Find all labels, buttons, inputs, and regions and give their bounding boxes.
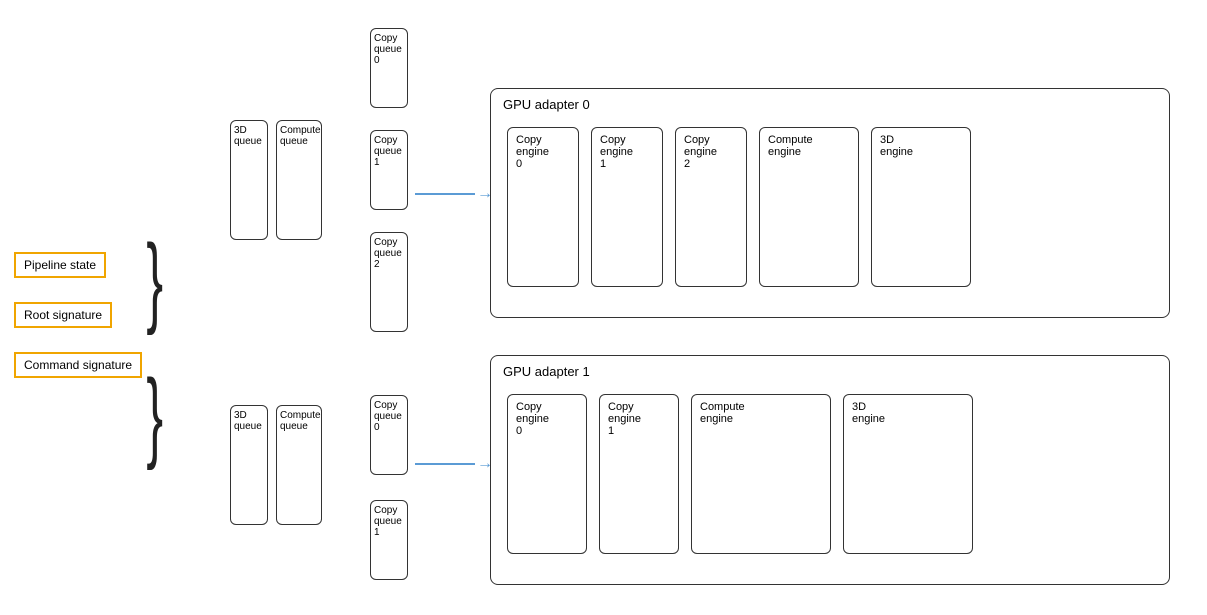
copy-engine-2-adapter0: Copy engine 2 <box>675 127 747 287</box>
gpu-adapter-0: GPU adapter 0 Copy engine 0 Copy engine … <box>490 88 1170 318</box>
brace-top: } <box>146 230 163 330</box>
adapter0-copy-queue-0: Copy queue 0 <box>370 28 408 108</box>
brace-bottom: } <box>146 365 163 465</box>
diagram: Pipeline state Root signature Command si… <box>0 0 1207 615</box>
adapter1-3d-queue: 3D queue <box>230 405 268 525</box>
3d-engine-adapter1: 3D engine <box>843 394 973 554</box>
adapter0-engines-row: Copy engine 0 Copy engine 1 Copy engine … <box>507 127 971 287</box>
adapter1-copy-queue-0: Copy queue 0 <box>370 395 408 475</box>
compute-engine-adapter0: Compute engine <box>759 127 859 287</box>
copy-engine-1-adapter1: Copy engine 1 <box>599 394 679 554</box>
root-signature-box: Root signature <box>14 302 112 328</box>
compute-engine-adapter1: Compute engine <box>691 394 831 554</box>
adapter0-copy-queue-1: Copy queue 1 <box>370 130 408 210</box>
pipeline-state-box: Pipeline state <box>14 252 106 278</box>
3d-engine-adapter0: 3D engine <box>871 127 971 287</box>
copy-engine-0-adapter0: Copy engine 0 <box>507 127 579 287</box>
root-signature-label: Root signature <box>24 308 102 322</box>
copy-engine-1-adapter0: Copy engine 1 <box>591 127 663 287</box>
adapter1-engines-row: Copy engine 0 Copy engine 1 Compute engi… <box>507 394 973 554</box>
adapter0-copy-queue-2: Copy queue 2 <box>370 232 408 332</box>
gpu-adapter-1: GPU adapter 1 Copy engine 0 Copy engine … <box>490 355 1170 585</box>
arrow-top: → <box>415 185 495 203</box>
command-signature-box: Command signature <box>14 352 142 378</box>
arrow-bottom: → <box>415 455 495 473</box>
adapter1-copy-queue-1: Copy queue 1 <box>370 500 408 580</box>
adapter0-3d-queue: 3D queue <box>230 120 268 240</box>
adapter0-compute-queue: Compute queue <box>276 120 322 240</box>
adapter1-compute-queue: Compute queue <box>276 405 322 525</box>
command-signature-label: Command signature <box>24 358 132 372</box>
copy-engine-0-adapter1: Copy engine 0 <box>507 394 587 554</box>
gpu-adapter-1-title: GPU adapter 1 <box>503 364 590 379</box>
pipeline-state-label: Pipeline state <box>24 258 96 272</box>
gpu-adapter-0-title: GPU adapter 0 <box>503 97 590 112</box>
